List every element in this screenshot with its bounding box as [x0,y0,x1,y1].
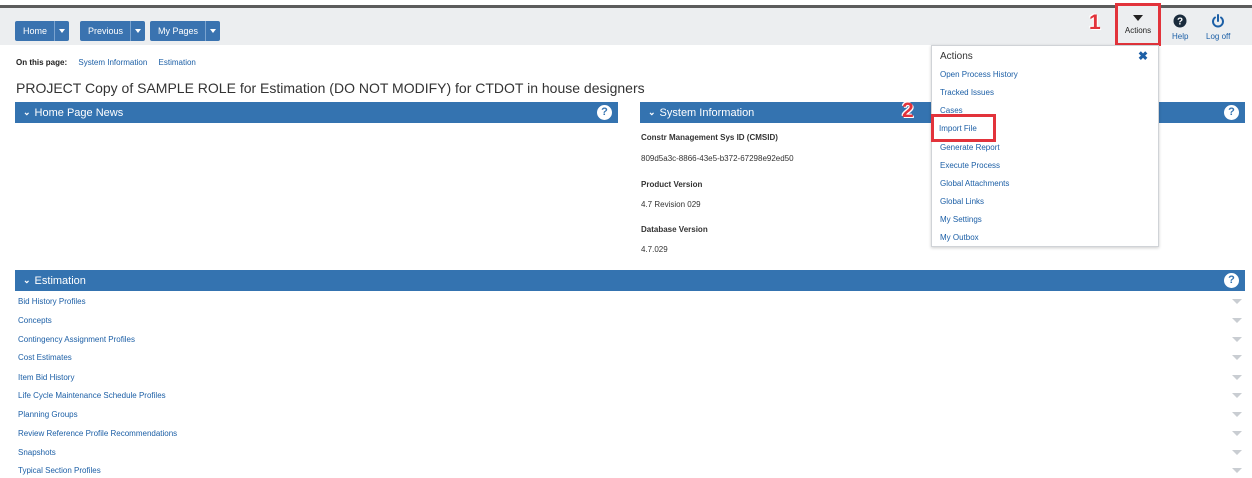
cmsid-value: 809d5a3c-8866-43e5-b372-67298e92ed50 [641,154,794,163]
list-item-label: Bid History Profiles [18,297,86,306]
expand-arrow-icon[interactable] [1232,355,1242,360]
expand-arrow-icon[interactable] [1232,412,1242,417]
home-button-label: Home [23,26,48,36]
on-page-link-system-information[interactable]: System Information [78,58,147,67]
list-item-label: Typical Section Profiles [18,466,101,475]
help-icon[interactable]: ? [597,105,612,120]
list-item-review-reference-profile-recommendations[interactable]: Review Reference Profile Recommendations [18,424,1242,443]
list-item-label: Contingency Assignment Profiles [18,335,135,344]
actions-chevron-down-icon [1133,15,1143,21]
menu-item-execute-process[interactable]: Execute Process [940,161,1000,170]
system-information-title: System Information [659,106,755,119]
home-dropdown-chevron-icon[interactable] [54,21,69,41]
expand-arrow-icon[interactable] [1232,318,1242,323]
list-item-label: Item Bid History [18,373,75,382]
menu-item-import-file[interactable]: Import File [939,124,977,133]
on-page-link-estimation[interactable]: Estimation [159,58,196,67]
actions-menu-title: Actions [940,51,973,62]
actions-button[interactable]: Actions [1115,3,1161,46]
help-icon[interactable]: ? [1224,105,1239,120]
help-button[interactable]: ? Help [1172,14,1188,41]
database-version-value: 4.7.029 [641,245,668,254]
list-item-snapshots[interactable]: Snapshots [18,443,1242,462]
close-icon[interactable]: ✖ [1138,49,1148,63]
estimation-title: Estimation [34,274,86,287]
actions-label: Actions [1124,26,1152,35]
expand-arrow-icon[interactable] [1232,468,1242,473]
previous-button-label: Previous [88,26,124,36]
list-item-label: Snapshots [18,448,56,457]
list-item-bid-history-profiles[interactable]: Bid History Profiles [18,292,1242,311]
list-item-label: Life Cycle Maintenance Schedule Profiles [18,391,166,400]
expand-arrow-icon[interactable] [1232,299,1242,304]
page-title: PROJECT Copy of SAMPLE ROLE for Estimati… [16,80,645,96]
home-page-news-title: Home Page News [34,106,124,119]
list-item-contingency-assignment-profiles[interactable]: Contingency Assignment Profiles [18,330,1242,349]
on-this-page-label: On this page: [16,58,68,67]
chevron-down-icon: ⌄ [23,275,31,285]
product-version-value: 4.7 Revision 029 [641,200,701,209]
svg-text:?: ? [1177,17,1183,28]
my-pages-button[interactable]: My Pages [150,21,221,41]
help-icon[interactable]: ? [1224,273,1239,288]
menu-item-global-attachments[interactable]: Global Attachments [940,179,1009,188]
list-item-life-cycle-maintenance-schedule-profiles[interactable]: Life Cycle Maintenance Schedule Profiles [18,386,1242,405]
import-file-highlight[interactable]: Import File [931,114,996,142]
menu-item-my-settings[interactable]: My Settings [940,215,982,224]
menu-item-my-outbox[interactable]: My Outbox [940,233,979,242]
help-label: Help [1172,32,1189,41]
expand-arrow-icon[interactable] [1232,393,1242,398]
my-pages-dropdown-chevron-icon[interactable] [205,21,220,41]
expand-arrow-icon[interactable] [1232,431,1242,436]
list-item-concepts[interactable]: Concepts [18,311,1242,330]
menu-item-generate-report[interactable]: Generate Report [940,143,1000,152]
list-item-item-bid-history[interactable]: Item Bid History [18,368,1242,387]
product-version-label: Product Version [641,180,703,189]
logoff-button[interactable]: Log off [1206,14,1230,41]
list-item-label: Cost Estimates [18,353,72,362]
my-pages-button-label: My Pages [158,26,199,36]
menu-item-open-process-history[interactable]: Open Process History [940,70,1018,79]
menu-item-global-links[interactable]: Global Links [940,197,984,206]
cmsid-label: Constr Management Sys ID (CMSID) [641,133,778,142]
previous-button[interactable]: Previous [80,21,146,41]
list-item-typical-section-profiles[interactable]: Typical Section Profiles [18,461,1242,478]
top-toolbar: Home Previous My Pages ? Help Log off [0,5,1252,45]
list-item-label: Planning Groups [18,410,78,419]
home-button[interactable]: Home [15,21,70,41]
expand-arrow-icon[interactable] [1232,450,1242,455]
help-icon: ? [1173,14,1187,28]
expand-arrow-icon[interactable] [1232,375,1242,380]
list-item-cost-estimates[interactable]: Cost Estimates [18,348,1242,367]
step-2-marker: 2 [902,99,914,122]
actions-menu: Actions ✖ Open Process History Tracked I… [931,45,1159,247]
menu-item-tracked-issues[interactable]: Tracked Issues [940,88,994,97]
chevron-down-icon: ⌄ [23,107,31,117]
list-item-planning-groups[interactable]: Planning Groups [18,405,1242,424]
home-page-news-header[interactable]: ⌄ Home Page News ? [15,102,618,123]
estimation-header[interactable]: ⌄ Estimation ? [15,270,1245,291]
on-this-page-nav: On this page: System Information Estimat… [16,58,205,67]
step-1-marker: 1 [1089,11,1101,34]
database-version-label: Database Version [641,225,708,234]
list-item-label: Concepts [18,316,52,325]
previous-dropdown-chevron-icon[interactable] [130,21,145,41]
power-icon [1212,14,1225,28]
expand-arrow-icon[interactable] [1232,337,1242,342]
chevron-down-icon: ⌄ [648,107,656,117]
logoff-label: Log off [1206,32,1231,41]
list-item-label: Review Reference Profile Recommendations [18,429,178,438]
